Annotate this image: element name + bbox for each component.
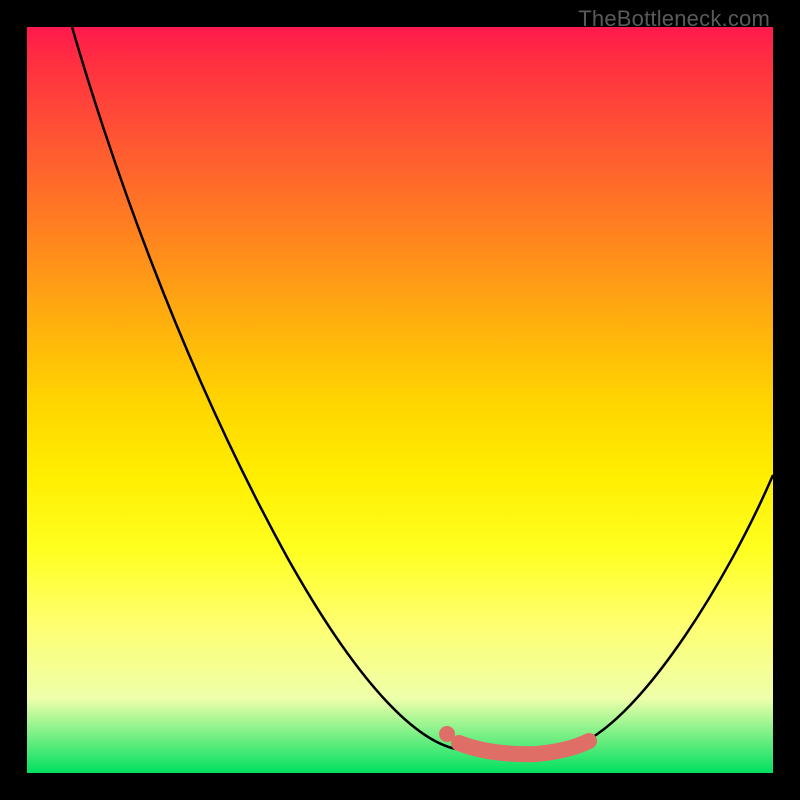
curve-path bbox=[72, 27, 773, 753]
bottleneck-curve-svg bbox=[27, 27, 773, 773]
chart-plot-area bbox=[27, 27, 773, 773]
watermark-text: TheBottleneck.com bbox=[578, 6, 770, 32]
highlight-band-path bbox=[459, 741, 589, 754]
highlight-dot bbox=[439, 726, 455, 742]
